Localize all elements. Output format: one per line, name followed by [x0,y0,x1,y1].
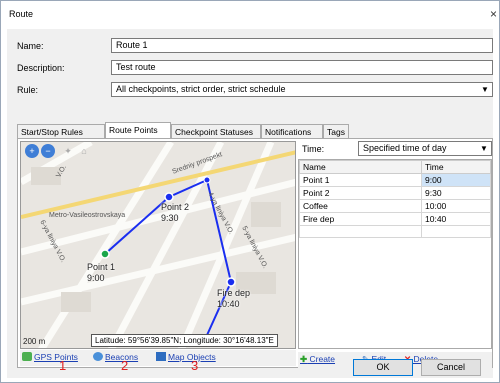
chevron-down-icon[interactable]: ▼ [478,83,492,96]
table-row[interactable]: Point 1 9:00 [299,173,491,187]
cell-time[interactable]: 9:30 [421,186,491,200]
cell-time[interactable]: 9:00 [421,173,491,187]
map-objects-link[interactable]: Map Objects [156,352,216,362]
zoom-in-icon[interactable]: + [25,144,39,158]
cell-name[interactable]: Point 2 [299,186,422,200]
gps-points-label: GPS Points [34,352,78,362]
dialog-body: Name: Route 1 Description: Test route Ru… [7,29,493,378]
annotation-2: 2 [121,358,129,373]
gps-points-icon [22,352,32,361]
cell-name[interactable]: Point 1 [299,173,422,187]
time-label: Time: [302,144,325,154]
description-label: Description: [17,63,65,73]
tab-route-points[interactable]: Route Points [105,122,171,138]
create-button[interactable]: ✚ Create [300,354,335,365]
cell-name[interactable]: Coffee [299,199,422,213]
table-row[interactable]: Coffee 10:00 [299,199,491,213]
point-1-label: Point 1 9:00 [87,262,115,284]
tab-checkpoint-statuses[interactable]: Checkpoint Statuses [171,124,261,138]
name-label: Name: [17,41,44,51]
route-points-list: Time: Specified time of day ▼ Name Time [298,141,492,368]
tab-notifications[interactable]: Notifications [261,124,323,138]
rule-select[interactable]: All checkpoints, strict order, strict sc… [111,82,493,97]
coffee-marker [203,176,211,184]
map-view[interactable]: + − ✦ ⌂ Metro-Vasileostrovskaya Sredniy … [20,141,296,349]
ok-button[interactable]: OK [353,359,413,376]
name-field[interactable]: Route 1 [111,38,493,53]
cell-name[interactable] [299,225,422,238]
window-title: Route [9,9,34,19]
chevron-down-icon[interactable]: ▼ [477,142,491,155]
cell-time[interactable]: 10:00 [421,199,491,213]
tab-tags[interactable]: Tags [323,124,349,138]
route-dialog: Route × Name: Route 1 Description: Test … [0,0,500,383]
cell-time[interactable] [421,225,491,238]
description-field[interactable]: Test route [111,60,493,75]
beacons-icon [93,352,103,361]
close-icon[interactable]: × [490,7,497,21]
beacons-link[interactable]: Beacons [93,352,138,362]
column-header-name[interactable]: Name [299,160,422,174]
gps-points-link[interactable]: GPS Points [22,352,78,362]
table-row[interactable]: Fire dep 10:40 [299,212,491,226]
metro-label: Metro-Vasileostrovskaya [49,212,126,219]
point-name: Point 2 [161,202,190,212]
points-table: Name Time Point 1 9:00 Point 2 9:30 Coff… [298,159,492,349]
zoom-out-icon[interactable]: − [41,144,55,158]
point-2-marker [164,192,174,202]
point-1-marker [100,249,110,259]
point-time: 10:40 [217,299,240,309]
point-2-label: Point 2 9:30 [161,202,189,224]
time-filter: Time: Specified time of day ▼ [298,141,492,157]
tab-start-stop-rules[interactable]: Start/Stop Rules [17,124,105,138]
create-label: Create [309,354,336,364]
title-bar: Route × [1,1,499,29]
point-name: Point 1 [87,262,116,272]
map-scale: 200 m [23,337,46,346]
coordinates-tooltip: Latitude: 59°56'39.85"N; Longitude: 30°1… [91,334,278,347]
annotation-3: 3 [191,358,199,373]
plus-icon: ✚ [300,354,308,364]
fire-dep-marker [226,277,236,287]
table-row[interactable] [299,225,491,238]
pin-icon[interactable]: ✦ [61,144,75,158]
rule-label: Rule: [17,85,39,95]
cancel-button[interactable]: Cancel [421,359,481,376]
annotation-1: 1 [59,358,67,373]
fire-dep-label: Fire dep 10:40 [217,288,250,310]
column-header-time[interactable]: Time [421,160,491,174]
cell-name[interactable]: Fire dep [299,212,422,226]
cell-time[interactable]: 10:40 [421,212,491,226]
map-objects-icon [156,352,166,361]
home-icon[interactable]: ⌂ [77,144,91,158]
time-select[interactable]: Specified time of day ▼ [358,141,492,156]
table-row[interactable]: Point 2 9:30 [299,186,491,200]
point-name: Fire dep [217,288,251,298]
rule-value: All checkpoints, strict order, strict sc… [116,84,286,94]
point-time: 9:30 [161,213,179,223]
route-points-panel: + − ✦ ⌂ Metro-Vasileostrovskaya Sredniy … [17,138,493,368]
time-value: Specified time of day [363,143,447,153]
point-time: 9:00 [87,273,105,283]
